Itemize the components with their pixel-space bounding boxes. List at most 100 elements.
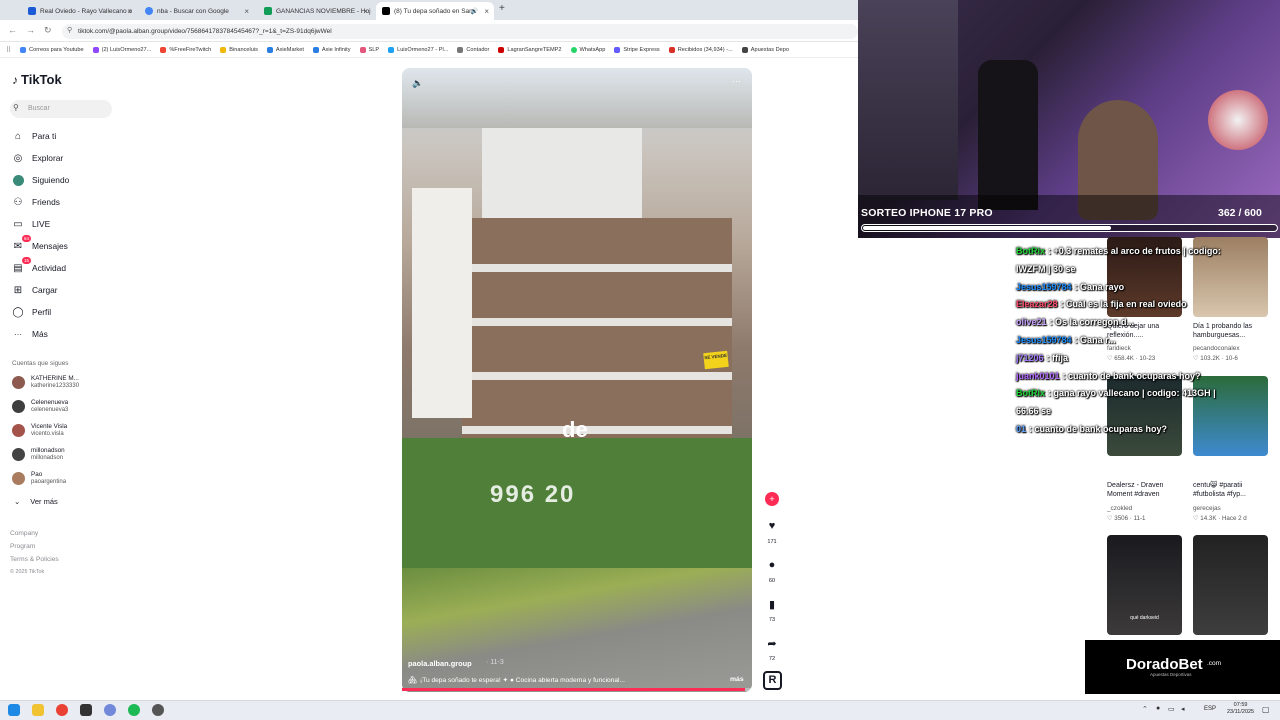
nav-para-ti[interactable]: ⌂ Para ti: [12, 130, 56, 142]
app-icon[interactable]: [80, 704, 92, 716]
giveaway-current: 362: [1218, 207, 1236, 219]
recommended-author[interactable]: pecandoconalex: [1193, 345, 1240, 352]
discord-icon[interactable]: [104, 704, 116, 716]
spotify-icon[interactable]: [128, 704, 140, 716]
bookmark-item[interactable]: Stripe Express: [614, 46, 660, 53]
apps-icon[interactable]: ⠿: [6, 46, 11, 54]
bookmark-item[interactable]: %FreeFireTwitch: [160, 46, 211, 53]
nav-friends[interactable]: ⚇ Friends: [12, 196, 60, 208]
bookmark-item[interactable]: AxieMarket: [266, 46, 304, 53]
comment-button[interactable]: ● 60: [762, 555, 782, 584]
bookmark-item[interactable]: Recibidos (34,934) -...: [668, 46, 733, 53]
see-more-button[interactable]: ⌄ Ver más: [14, 497, 58, 506]
bookmark-item[interactable]: Apuestas Depo: [741, 46, 789, 53]
start-icon[interactable]: [8, 704, 20, 716]
bookmark-item[interactable]: Binanceluis: [220, 46, 258, 53]
video-overlay-price: 996 20: [490, 481, 576, 508]
mic-icon[interactable]: ●: [1156, 705, 1160, 712]
close-icon[interactable]: ×: [127, 7, 132, 16]
bookmark-item[interactable]: Axie Infinity: [312, 46, 351, 53]
bookmark-item[interactable]: LuisOrmeno27 - Pl...: [388, 46, 448, 53]
nav-siguiendo[interactable]: Siguiendo: [12, 174, 69, 186]
close-icon[interactable]: ×: [484, 7, 489, 16]
thumbnail-text: qué darkseid: [1130, 615, 1159, 621]
obs-icon[interactable]: [152, 704, 164, 716]
bookmark-item[interactable]: Correos para Youtube: [20, 46, 84, 53]
new-tab-button[interactable]: +: [499, 3, 505, 14]
bookmark-item[interactable]: Contador: [457, 46, 489, 53]
search-placeholder: Buscar: [28, 105, 50, 112]
reload-icon[interactable]: ↻: [44, 25, 52, 36]
recommended-thumbnail[interactable]: [1193, 535, 1268, 635]
recommended-author[interactable]: faridieck: [1107, 345, 1131, 352]
bookmark-icon: [160, 46, 167, 53]
share-icon: ➦: [767, 637, 777, 650]
notification-icon[interactable]: ▢: [1262, 705, 1270, 714]
avatar: [12, 472, 25, 485]
nav-cargar[interactable]: ⊞ Cargar: [12, 284, 58, 296]
close-icon[interactable]: ×: [363, 7, 368, 16]
language-indicator[interactable]: ESP: [1204, 706, 1216, 712]
audio-icon[interactable]: 🔊: [471, 8, 478, 15]
chrome-icon[interactable]: [56, 704, 68, 716]
tab-nba-google[interactable]: nba - Buscar con Google ×: [139, 2, 254, 20]
video-player[interactable]: [402, 68, 752, 692]
recommended-caption[interactable]: centu😸 #paratii #futbolista #fyp...: [1193, 481, 1273, 499]
chat-username: olive21: [1016, 317, 1047, 328]
share-button[interactable]: ➦ 72: [762, 633, 782, 663]
bookmark-item[interactable]: LagranSangreTEMP2: [498, 46, 562, 53]
clock[interactable]: 07:59 23/11/2025: [1227, 702, 1254, 716]
following-account[interactable]: Pao paoargentina: [12, 471, 66, 486]
chat-message: BotRix: +0.3 remates al arco de frutos |…: [1016, 246, 1221, 257]
tab-tiktok-active[interactable]: (8) Tu depa soñado en San 🔊 ×: [376, 2, 494, 20]
more-options-icon[interactable]: ···: [732, 76, 741, 86]
recommended-caption[interactable]: Dealersz - Draven Moment #draven: [1107, 481, 1187, 499]
nav-mensajes[interactable]: ✉ 64 Mensajes: [12, 235, 68, 252]
footer-link[interactable]: Company: [10, 530, 38, 537]
following-account[interactable]: Vicente Visla vicento.visla: [12, 423, 67, 438]
tab-ganancias[interactable]: GANANCIAS NOVIEMBRE - Hoj ×: [258, 2, 373, 20]
volume-tray-icon[interactable]: ◂: [1181, 705, 1185, 713]
bookmark-item[interactable]: (2) LuisOrmeno27...: [92, 46, 151, 53]
save-button[interactable]: ▮ 73: [762, 594, 782, 624]
following-account[interactable]: millonadson millonadson: [12, 447, 65, 462]
recommended-author[interactable]: _czokled: [1107, 505, 1132, 512]
tab-title: Real Oviedo - Rayo Vallecano o: [40, 7, 133, 15]
tab-real-oviedo[interactable]: Real Oviedo - Rayo Vallecano o ×: [22, 2, 137, 20]
search-input[interactable]: Buscar: [10, 100, 112, 118]
recommended-thumbnail[interactable]: qué darkseid: [1107, 535, 1182, 635]
chat-message: juank0101: cuanto de bank ocuparas hoy?: [1016, 371, 1201, 382]
nav-mas[interactable]: ··· Más: [12, 328, 48, 340]
network-icon[interactable]: ▭: [1168, 705, 1175, 713]
site-info-icon[interactable]: ⚲: [67, 26, 72, 34]
forward-icon[interactable]: →: [26, 25, 35, 35]
following-account[interactable]: KATHERINE M... katherine1233330: [12, 375, 79, 390]
close-icon[interactable]: ×: [244, 7, 249, 16]
follow-author-button[interactable]: +: [765, 492, 779, 506]
bookmark-item[interactable]: WhatsApp: [570, 46, 605, 53]
webcam-overlay: [858, 0, 1280, 238]
chat-username: Eleazar28: [1016, 299, 1058, 310]
nav-actividad[interactable]: ▤ 15 Actividad: [12, 257, 66, 274]
nav-perfil[interactable]: ◯ Perfil: [12, 306, 51, 318]
bookmark-icon: [20, 46, 27, 53]
volume-icon[interactable]: 🔈: [412, 78, 423, 89]
footer-link[interactable]: Program: [10, 543, 35, 550]
following-account[interactable]: Celenenueva celenenueva3: [12, 399, 68, 414]
back-icon[interactable]: ←: [8, 25, 17, 35]
file-explorer-icon[interactable]: [32, 704, 44, 716]
tiktok-logo[interactable]: ♪ TikTok: [12, 72, 62, 87]
footer-link[interactable]: Terms & Policies: [10, 556, 59, 563]
tray-chevron-icon[interactable]: ⌃: [1142, 705, 1148, 713]
url-field[interactable]: tiktok.com/@paola.alban.group/video/7568…: [62, 24, 858, 39]
video-author[interactable]: paola.alban.group: [408, 659, 472, 668]
more-description-button[interactable]: más: [730, 676, 744, 683]
bookmark-icon: [388, 46, 395, 53]
nav-explorar[interactable]: ◎ Explorar: [12, 152, 64, 164]
bookmark-item[interactable]: SLP: [359, 46, 379, 53]
recommended-author[interactable]: gerecejas: [1193, 505, 1221, 512]
tiktok-favicon-icon: [382, 7, 390, 15]
like-button[interactable]: ♥ 171: [762, 516, 782, 545]
nav-live[interactable]: ▭ LIVE: [12, 218, 50, 230]
recommended-caption[interactable]: Día 1 probando las hamburguesas...: [1193, 322, 1273, 340]
